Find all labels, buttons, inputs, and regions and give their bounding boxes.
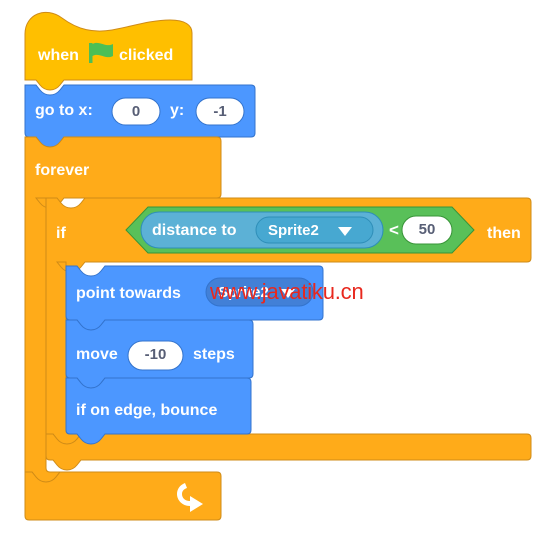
distance-to-dropdown[interactable]: Sprite2 [255,216,374,244]
block-if-on-edge-bounce[interactable]: if on edge, bounce [65,377,252,445]
steps-label: steps [193,346,235,363]
distance-to-label: distance to [152,222,237,239]
if-label: if [56,225,66,242]
move-label: move [76,346,118,363]
then-label: then [487,225,521,242]
site-watermark: www.javatiku.cn [210,279,364,304]
distance-to-dropdown-value: Sprite2 [268,222,319,239]
when-label: when [37,47,79,64]
goto-x-value: 0 [132,103,140,120]
forever-label: forever [35,162,89,179]
operator-right-value: 50 [419,221,436,238]
block-script-canvas: when clicked go to x: 0 y: -1 forever if… [24,12,532,521]
clicked-label: clicked [119,47,173,64]
block-when-flag-clicked[interactable]: when clicked [24,12,193,91]
move-steps-value: -10 [145,346,167,363]
block-less-than-operator[interactable]: distance to Sprite2 < 50 [125,206,475,254]
if-on-edge-bounce-label: if on edge, bounce [76,402,217,419]
point-towards-label: point towards [76,285,181,302]
scratch-workspace: when clicked go to x: 0 y: -1 forever if… [0,0,548,540]
goto-y-input[interactable]: -1 [195,97,245,126]
if-bottom-bar[interactable] [45,433,532,471]
forever-bottom-shape [24,471,222,521]
goto-x-input[interactable]: 0 [111,97,161,126]
block-distance-to[interactable]: distance to Sprite2 [140,211,384,249]
less-than-symbol: < [389,220,399,239]
goto-x-label: go to x: [35,102,93,119]
goto-y-value: -1 [213,103,226,120]
operator-right-input[interactable]: 50 [401,215,453,245]
forever-bottom-bar[interactable] [24,471,222,521]
move-steps-input[interactable]: -10 [127,340,184,371]
goto-y-label: y: [170,102,184,119]
if-bottom-shape [45,433,532,471]
